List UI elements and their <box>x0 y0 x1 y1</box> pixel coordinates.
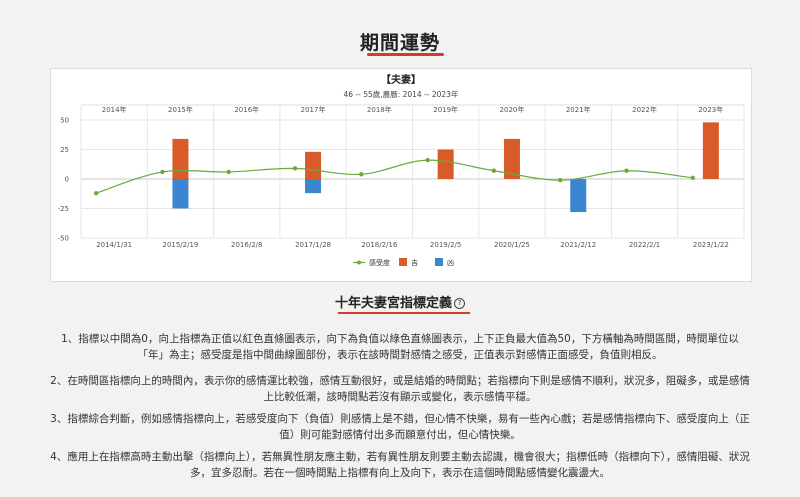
section-title-text: 十年夫妻宮指標定義 <box>334 296 452 311</box>
top-year-label: 2018年 <box>367 105 392 114</box>
top-year-label: 2019年 <box>433 105 458 114</box>
line-point <box>690 175 696 181</box>
line-point <box>160 169 165 175</box>
y-tick-label: -50 <box>58 235 69 243</box>
x-tick-label: 2022/2/1 <box>629 241 660 249</box>
definition-paragraph-2: 2、在時間區指標向上的時間內，表示你的感情運比較強，感情互動很好，或是結婚的時間… <box>50 375 750 403</box>
line-point <box>226 169 231 175</box>
x-tick-label: 2017/1/28 <box>295 241 331 249</box>
x-tick-label: 2014/1/31 <box>96 241 132 249</box>
bar-凶 <box>570 179 587 213</box>
x-tick-label: 2020/1/25 <box>494 241 530 249</box>
legend-label: 吉 <box>411 259 418 267</box>
x-tick-label: 2021/2/12 <box>560 241 596 249</box>
x-tick-label: 2023/1/22 <box>693 241 729 249</box>
definition-paragraph-4: 4、應用上在指標高時主動出擊（指標向上），若無異性朋友應主動，若有異性朋友則要主… <box>50 451 750 479</box>
y-tick-label: 25 <box>60 146 69 154</box>
line-point <box>93 190 99 196</box>
x-tick-label: 2016/2/8 <box>231 241 262 249</box>
bar-凶 <box>172 179 189 209</box>
line-point <box>624 168 629 173</box>
top-year-label: 2020年 <box>500 105 525 114</box>
line-point <box>425 157 430 163</box>
x-tick-label: 2018/2/16 <box>361 241 397 249</box>
top-year-label: 2022年 <box>632 105 657 114</box>
top-year-label: 2017年 <box>301 105 326 114</box>
top-year-label: 2021年 <box>566 105 591 114</box>
title-underline <box>367 53 444 56</box>
period-fortune-chart: 【夫妻】 46 -- 55歲,農曆: 2014 -- 2023年 2014年 2015… <box>58 73 745 267</box>
question-icon[interactable]: ? <box>454 298 465 309</box>
y-tick-label: -25 <box>58 205 69 213</box>
bar-凶 <box>305 179 322 194</box>
y-tick-label: 0 <box>65 176 69 184</box>
chart-title: 【夫妻】 <box>381 73 421 86</box>
legend-label: 感受度 <box>369 258 390 267</box>
y-tick-label: 50 <box>60 117 69 125</box>
top-year-label: 2023年 <box>698 105 723 114</box>
top-year-label: 2015年 <box>168 105 193 114</box>
line-point <box>491 168 497 173</box>
legend-line-marker <box>357 260 361 265</box>
legend-label: 凶 <box>447 259 454 267</box>
chart-subtitle: 46 -- 55歲,農曆: 2014 -- 2023年 <box>344 89 459 99</box>
bar-吉 <box>172 138 189 179</box>
top-year-label: 2016年 <box>234 105 259 114</box>
chart-card: 【夫妻】 46 -- 55歲,農曆: 2014 -- 2023年 2014年 2015… <box>50 68 752 282</box>
x-tick-label: 2015/2/19 <box>162 241 198 249</box>
page-title: 期間運勢 <box>359 32 440 54</box>
line-point <box>359 172 364 177</box>
x-tick-label: 2019/2/5 <box>430 241 461 249</box>
line-point <box>558 177 563 183</box>
line-point <box>292 166 298 171</box>
section-title: 十年夫妻宮指標定義? <box>0 292 800 311</box>
definition-paragraph-3: 3、指標綜合判斷，例如感情指標向上，若感受度向下（負值）則感情上是不錯，但心情不… <box>50 413 750 441</box>
definition-paragraph-1: 1、指標以中間為0，向上指標為正值以紅色直條圖表示，向下為負值以綠色直條圖表示，… <box>61 333 739 361</box>
bar-吉 <box>702 122 719 179</box>
top-year-label: 2014年 <box>102 105 127 114</box>
bar-吉 <box>305 151 322 179</box>
legend-bar-swatch <box>435 258 443 266</box>
section-underline <box>338 312 470 314</box>
legend-bar-swatch <box>399 258 407 266</box>
bar-吉 <box>437 149 454 179</box>
